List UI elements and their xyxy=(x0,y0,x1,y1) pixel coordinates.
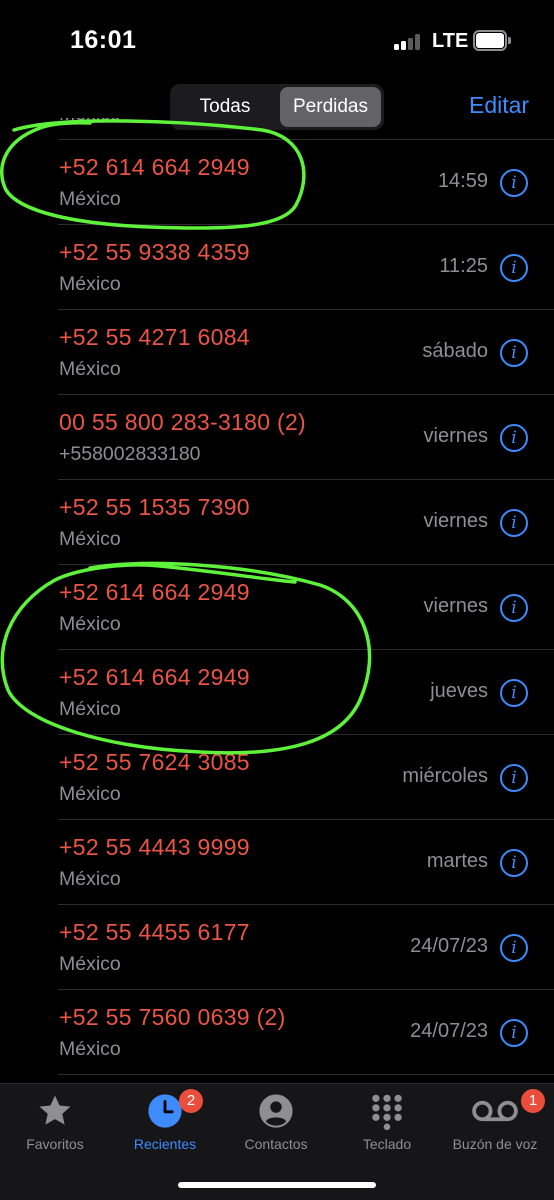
call-time: 11:25 xyxy=(439,255,488,277)
home-indicator xyxy=(178,1182,376,1188)
call-subtitle: México xyxy=(59,118,121,126)
tab-label: Recientes xyxy=(133,1136,197,1152)
recent-calls-list[interactable]: México +52 614 664 2949México14:59i+52 5… xyxy=(0,118,554,1083)
call-subtitle: México xyxy=(59,528,121,550)
call-number: +52 55 4455 6177 xyxy=(59,919,250,945)
call-number: +52 55 7624 3085 xyxy=(59,749,250,775)
call-row[interactable]: +52 55 7624 3085 México miércoles i xyxy=(0,735,554,820)
call-subtitle: México xyxy=(59,868,121,890)
info-icon[interactable]: i xyxy=(500,339,528,367)
tab-favorites[interactable]: Favoritos xyxy=(0,1092,110,1162)
recents-badge: 2 xyxy=(179,1089,203,1113)
call-time: jueves xyxy=(430,680,488,702)
call-row[interactable]: +52 55 9338 4359 México 11:25 i xyxy=(0,225,554,310)
call-number: +52 55 9338 4359 xyxy=(59,239,250,265)
call-row[interactable]: +52 55 7560 0639 (2) México 24/07/23 i xyxy=(0,990,554,1075)
network-type: LTE xyxy=(432,30,469,52)
call-subtitle: México xyxy=(59,188,121,210)
segment-all[interactable]: Todas xyxy=(173,87,277,127)
call-row[interactable]: +52 55 4443 9999 México martes i xyxy=(0,820,554,905)
battery-icon xyxy=(473,30,511,51)
call-subtitle: +558002833180 xyxy=(59,443,201,465)
call-time: viernes xyxy=(423,425,488,447)
call-time: 24/07/23 xyxy=(410,935,488,957)
info-icon[interactable]: i xyxy=(500,254,528,282)
call-subtitle: México xyxy=(59,953,121,975)
call-number: +52 614 664 2949 xyxy=(59,154,250,180)
row-separator xyxy=(58,1074,554,1075)
status-time: 16:01 xyxy=(70,26,137,54)
call-row[interactable]: +52 55 4455 6177 México 24/07/23 i xyxy=(0,905,554,990)
call-subtitle: México xyxy=(59,358,121,380)
call-time: viernes xyxy=(423,510,488,532)
segment-missed[interactable]: Perdidas xyxy=(280,87,381,127)
call-subtitle: México xyxy=(59,273,121,295)
tab-recents[interactable]: 2 Recientes xyxy=(110,1089,220,1162)
tab-label: Teclado xyxy=(362,1136,412,1152)
person-circle-icon xyxy=(259,1094,293,1128)
tab-contacts[interactable]: Contactos xyxy=(221,1092,331,1162)
call-number: 00 55 800 283-3180 (2) xyxy=(59,409,307,435)
keypad-icon xyxy=(372,1094,402,1130)
call-time: sábado xyxy=(422,340,488,362)
call-number: +52 55 4271 6084 xyxy=(59,324,250,350)
call-row[interactable]: +52 55 1535 7390 México viernes i xyxy=(0,480,554,565)
call-number: +52 614 664 2949 xyxy=(59,579,250,605)
call-number: +52 55 4443 9999 xyxy=(59,834,250,860)
info-icon[interactable]: i xyxy=(500,169,528,197)
call-time: 14:59 xyxy=(437,170,488,192)
call-row[interactable]: +52 614 664 2949 México jueves i xyxy=(0,650,554,735)
edit-button[interactable]: Editar xyxy=(469,92,529,119)
call-time: 24/07/23 xyxy=(410,1020,488,1042)
call-row[interactable]: +52 55 4271 6084 México sábado i xyxy=(0,310,554,395)
call-number: +52 55 7560 0639 (2) xyxy=(59,1004,286,1030)
tab-label: Buzón de voz xyxy=(452,1136,538,1152)
call-row[interactable]: +52 614 664 2949 México 14:59 i xyxy=(0,140,554,225)
voicemail-icon xyxy=(472,1100,518,1122)
info-icon[interactable]: i xyxy=(500,509,528,537)
status-bar: 16:01 LTE xyxy=(0,0,554,80)
call-number: +52 55 1535 7390 xyxy=(59,494,250,520)
calls-filter-segmented-control[interactable]: Todas Perdidas xyxy=(170,84,384,130)
tab-label: Contactos xyxy=(244,1136,308,1152)
info-icon[interactable]: i xyxy=(500,849,528,877)
info-icon[interactable]: i xyxy=(500,1019,528,1047)
tab-keypad[interactable]: Teclado xyxy=(332,1092,442,1162)
tab-voicemail[interactable]: 1 Buzón de voz xyxy=(440,1089,550,1162)
call-number: +52 614 664 2949 xyxy=(59,664,250,690)
call-subtitle: México xyxy=(59,1038,121,1060)
call-row[interactable]: 00 55 800 283-3180 (2) +558002833180 viern… xyxy=(0,395,554,480)
call-time: martes xyxy=(426,850,488,872)
info-icon[interactable]: i xyxy=(500,934,528,962)
call-time: miércoles xyxy=(402,765,488,787)
star-icon xyxy=(39,1095,71,1125)
call-row[interactable]: +52 614 664 2949 México viernes i xyxy=(0,565,554,650)
info-icon[interactable]: i xyxy=(500,594,528,622)
tab-label: Favoritos xyxy=(26,1136,84,1152)
voicemail-badge: 1 xyxy=(521,1089,545,1113)
info-icon[interactable]: i xyxy=(500,424,528,452)
call-time: viernes xyxy=(423,595,488,617)
call-subtitle: México xyxy=(59,783,121,805)
recents-screen: 16:01 LTE México +52 614 664 2949 México 1… xyxy=(0,0,554,1200)
call-subtitle: México xyxy=(59,613,121,635)
info-icon[interactable]: i xyxy=(500,679,528,707)
cellular-signal-icon xyxy=(394,34,422,50)
call-subtitle: México xyxy=(59,698,121,720)
info-icon[interactable]: i xyxy=(500,764,528,792)
